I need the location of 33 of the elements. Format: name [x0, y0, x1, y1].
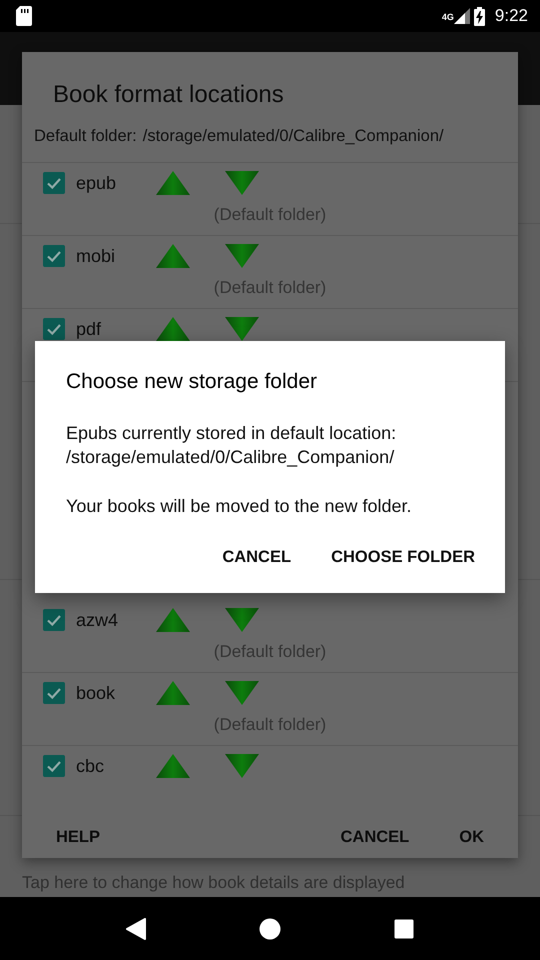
up-arrow-icon[interactable] [155, 316, 191, 342]
checkbox[interactable] [43, 245, 65, 267]
checkbox[interactable] [43, 609, 65, 631]
ok-button[interactable]: OK [441, 819, 502, 855]
dialog-button[interactable]: CHOOSE FOLDER [315, 539, 491, 575]
prompt-note: Your books will be moved to the new folder. [66, 495, 413, 518]
prompt-title: Choose new storage folder [66, 369, 318, 395]
checkbox[interactable] [43, 682, 65, 704]
default-folder-label: Default folder: [34, 127, 137, 146]
network-type: 4G [442, 12, 454, 22]
sd-card-icon [16, 6, 32, 26]
checkbox[interactable] [43, 755, 65, 777]
down-arrow-icon[interactable] [224, 316, 260, 342]
format-name: book [76, 682, 116, 704]
back-icon[interactable] [126, 918, 146, 940]
recents-icon[interactable] [394, 918, 414, 938]
dialog-title: Book format locations [52, 80, 285, 110]
signal-icon [454, 8, 470, 24]
checkbox[interactable] [43, 172, 65, 194]
home-icon[interactable] [258, 918, 281, 940]
format-name: cbc [76, 756, 106, 776]
format-name: pdf [76, 318, 102, 340]
prompt-message: Epubs currently stored in default location: /storage/emulated/0/Calibre_Companion/ [66, 422, 398, 469]
format-name: mobi [76, 246, 116, 266]
help-button[interactable]: HELP [38, 819, 118, 855]
default-folder-path: /storage/emulated/0/Calibre_Companion/ [142, 127, 444, 146]
clock: 9:22 [494, 6, 528, 26]
cancel-button[interactable]: CANCEL [322, 819, 428, 855]
battery-charging-icon [474, 6, 485, 26]
checkbox[interactable] [43, 318, 65, 340]
dialog-button[interactable]: CANCEL [206, 539, 308, 575]
format-name: azw4 [76, 610, 120, 630]
format-name: epub [76, 172, 118, 194]
